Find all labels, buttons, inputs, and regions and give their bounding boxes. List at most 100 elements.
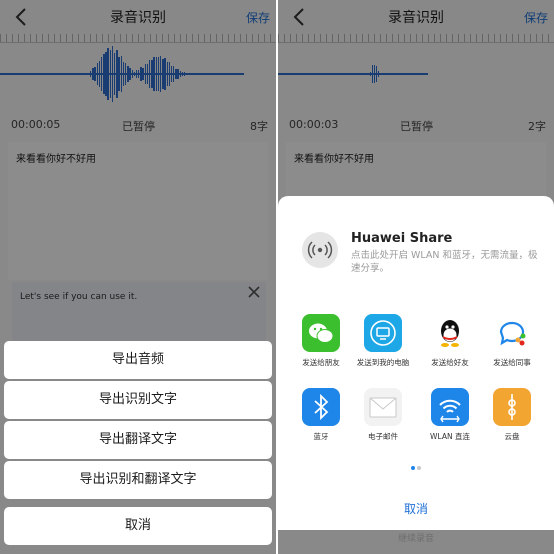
- waveform-bar: [127, 66, 129, 82]
- share-wlan-direct[interactable]: WLAN 直连: [417, 388, 483, 442]
- waveform-bar: [181, 71, 184, 77]
- save-button[interactable]: 保存: [524, 9, 548, 26]
- waveform-bar: [179, 70, 182, 78]
- export-recognized-text-button[interactable]: 导出识别文字: [4, 381, 272, 419]
- app-label: 发送到我的电脑: [356, 358, 410, 367]
- waveform: [0, 42, 276, 108]
- bluetooth-icon: [302, 388, 340, 426]
- header: 录音识别 保存: [0, 0, 276, 34]
- share-sheet: Huawei Share 点击此处开启 WLAN 和蓝牙，无需流量，极速分享。 …: [278, 196, 554, 530]
- transcript-box[interactable]: 来看看你好不好用: [8, 142, 268, 280]
- waveform-bar: [184, 72, 186, 76]
- waveform-baseline: [278, 73, 428, 75]
- share-qq-friend[interactable]: 发送给好友: [417, 314, 483, 368]
- page-dot-active: [411, 466, 415, 470]
- char-count: 8字: [250, 120, 268, 133]
- waveform-bar: [105, 51, 107, 97]
- page-title: 录音识别: [110, 10, 166, 26]
- waveform-bar: [118, 57, 120, 91]
- share-cloud-drive[interactable]: 云盘: [479, 388, 545, 442]
- waveform-bar: [133, 71, 136, 77]
- waveform-bar: [151, 59, 153, 89]
- waveform-bar: [162, 58, 164, 90]
- close-icon[interactable]: [246, 284, 262, 300]
- cancel-button[interactable]: 取消: [278, 500, 554, 517]
- char-count: 2字: [528, 120, 546, 133]
- huawei-share-title[interactable]: Huawei Share: [351, 231, 452, 246]
- waveform-bar: [170, 66, 173, 82]
- cancel-button[interactable]: 取消: [4, 507, 272, 545]
- transcript-text: 来看看你好不好用: [16, 154, 96, 165]
- waveform-bar: [129, 68, 131, 80]
- page-dot: [417, 466, 421, 470]
- waveform: [278, 42, 554, 108]
- page-title: 录音识别: [388, 10, 444, 26]
- waveform-bar: [144, 63, 147, 85]
- waveform-bar: [146, 63, 149, 85]
- waveform-bar: [109, 50, 112, 98]
- app-label: 电子邮件: [368, 432, 398, 441]
- app-label: 发送给朋友: [302, 358, 340, 367]
- email-icon: [364, 388, 402, 426]
- waveform-bar: [122, 61, 125, 87]
- cloud-drive-icon: [493, 388, 531, 426]
- waveform-bar: [164, 57, 166, 91]
- huawei-share-icon[interactable]: [302, 232, 338, 268]
- header: 录音识别 保存: [278, 0, 554, 34]
- save-button[interactable]: 保存: [246, 9, 270, 26]
- waveform-bar: [114, 53, 116, 95]
- waveform-bar: [116, 49, 118, 99]
- waveform-bar: [92, 67, 94, 81]
- record-state: 已暂停: [122, 120, 155, 133]
- share-wechat-friend[interactable]: 发送给朋友: [288, 314, 354, 368]
- app-label: 发送给好友: [431, 358, 469, 367]
- status-row: 00:00:03 已暂停 2字: [278, 118, 554, 134]
- waveform-bar: [124, 62, 127, 85]
- waveform-bar: [107, 48, 109, 100]
- waveform-bar: [111, 46, 114, 102]
- waveform-bar: [378, 71, 380, 77]
- waveform-bar: [149, 59, 151, 89]
- translation-text: Let's see if you can use it.: [20, 292, 138, 302]
- share-email[interactable]: 电子邮件: [350, 388, 416, 442]
- waveform-bar: [120, 56, 122, 92]
- transcript-text: 来看看你好不好用: [294, 154, 374, 165]
- export-both-text-button[interactable]: 导出识别和翻译文字: [4, 461, 272, 499]
- qq-icon: [431, 314, 469, 352]
- share-bluetooth[interactable]: 蓝牙: [288, 388, 354, 442]
- share-work-colleague[interactable]: 发送给同事: [479, 314, 545, 368]
- waveform-bar: [103, 53, 105, 95]
- waveform-bar: [100, 56, 103, 92]
- waveform-bar: [142, 67, 144, 81]
- waveform-bar: [90, 70, 92, 78]
- waveform-bars: [90, 42, 186, 108]
- waveform-bar: [159, 56, 162, 92]
- waveform-bar: [98, 60, 101, 88]
- elapsed-time: 00:00:05: [11, 118, 61, 131]
- waveform-bar: [175, 68, 177, 80]
- waveform-bar: [96, 62, 98, 86]
- export-translated-text-button[interactable]: 导出翻译文字: [4, 421, 272, 459]
- waveform-bar: [155, 56, 157, 92]
- share-send-to-computer[interactable]: 发送到我的电脑: [350, 314, 416, 368]
- waveform-bar: [131, 70, 133, 78]
- app-label: 发送给同事: [493, 358, 531, 367]
- app-label: WLAN 直连: [430, 432, 470, 441]
- waveform-bar: [157, 56, 160, 92]
- export-audio-button[interactable]: 导出音频: [4, 341, 272, 379]
- waveform-bar: [138, 69, 140, 79]
- app-label: 云盘: [504, 432, 520, 441]
- waveform-bar: [94, 66, 96, 82]
- app-label: 蓝牙: [313, 432, 329, 441]
- work-chat-icon: [493, 314, 531, 352]
- record-state: 已暂停: [400, 120, 433, 133]
- wechat-icon: [302, 314, 340, 352]
- right-screen: 录音识别 保存 00:00:03 已暂停 2字 来看看你好不好用 Huawei …: [278, 0, 554, 554]
- left-screen: 录音识别 保存 00:00:05 已暂停 8字 来看看你好不好用 Let's s…: [0, 0, 276, 554]
- waveform-bar: [173, 65, 175, 83]
- continue-recording-button[interactable]: 继续录音: [278, 531, 554, 544]
- waveform-bar: [153, 56, 155, 92]
- waveform-bars: [370, 42, 380, 108]
- elapsed-time: 00:00:03: [289, 118, 339, 131]
- waveform-bar: [135, 70, 138, 78]
